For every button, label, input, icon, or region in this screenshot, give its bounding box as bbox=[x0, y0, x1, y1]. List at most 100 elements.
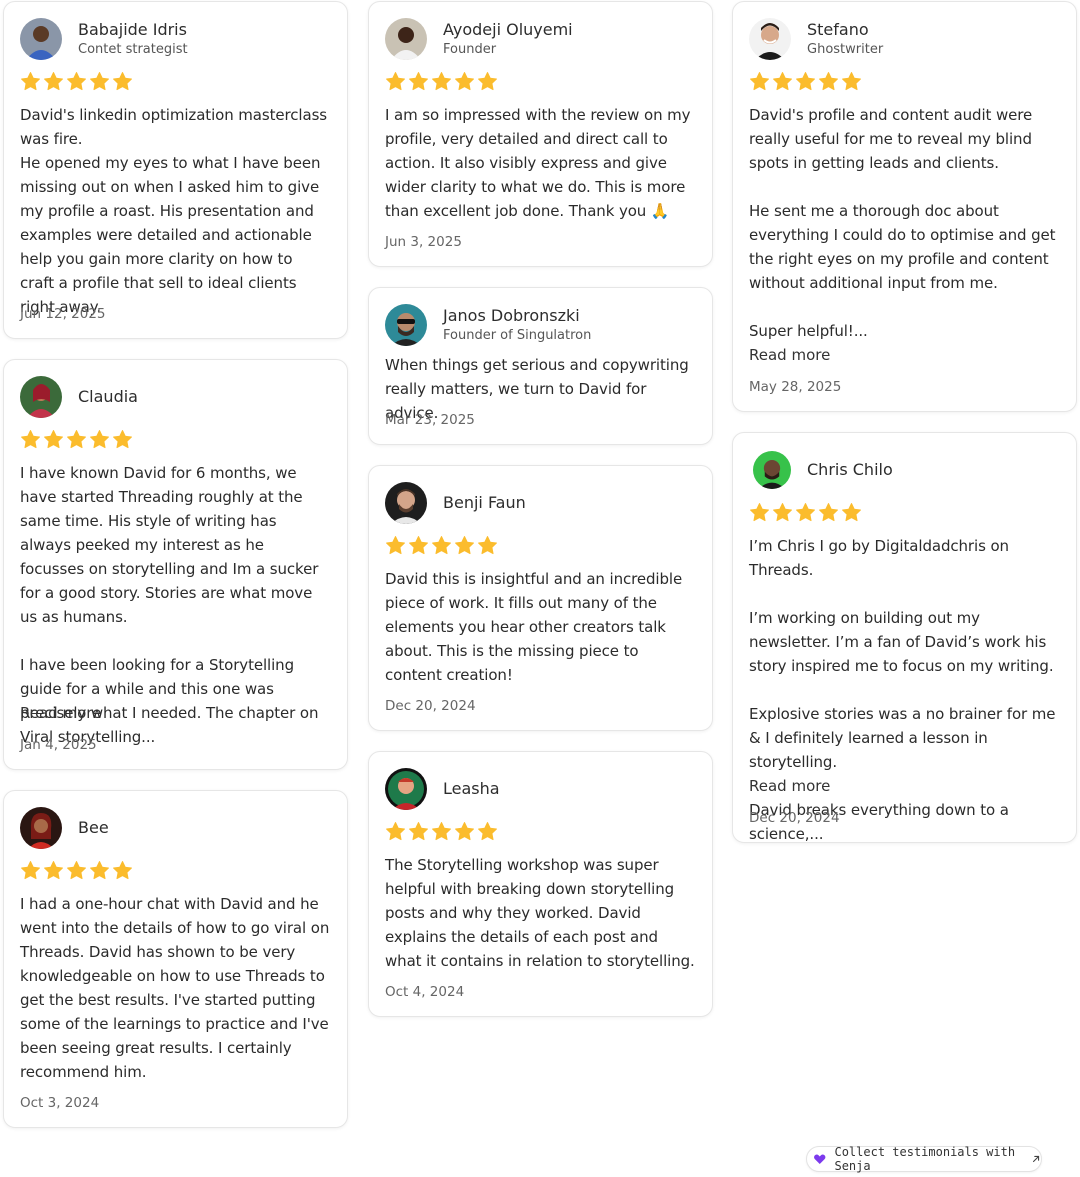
review-date: May 28, 2025 bbox=[749, 379, 842, 395]
star-icon bbox=[842, 503, 861, 522]
avatar bbox=[385, 18, 427, 60]
star-icon bbox=[409, 72, 428, 91]
star-icon bbox=[773, 72, 792, 91]
reviewer-header: Janos Dobronszki Founder of Singulatron bbox=[385, 304, 696, 346]
testimonial-text: David's linkedin optimization masterclas… bbox=[20, 106, 327, 316]
reviewer-header: Claudia bbox=[20, 376, 331, 418]
testimonial-card: Chris Chilo I’m Chris I go by Digitaldad… bbox=[732, 432, 1077, 843]
star-icon bbox=[455, 536, 474, 555]
avatar bbox=[20, 18, 62, 60]
testimonial-text: I am so impressed with the review on my … bbox=[385, 106, 691, 220]
reviewer-name: Claudia bbox=[78, 387, 138, 406]
star-rating bbox=[20, 71, 133, 93]
reviewer-name: Chris Chilo bbox=[807, 460, 893, 479]
star-icon bbox=[455, 822, 474, 841]
badge-label: Collect testimonials with Senja bbox=[834, 1145, 1016, 1173]
reviewer-title: Founder bbox=[443, 42, 497, 57]
star-icon bbox=[90, 861, 109, 880]
avatar bbox=[753, 451, 791, 489]
star-icon bbox=[750, 72, 769, 91]
reviewer-title: Founder of Singulatron bbox=[443, 328, 592, 343]
star-icon bbox=[113, 430, 132, 449]
star-icon bbox=[842, 72, 861, 91]
star-icon bbox=[819, 72, 838, 91]
testimonial-text: I’m Chris I go by Digitaldadchris on Thr… bbox=[749, 537, 1056, 843]
testimonial-text: David this is insightful and an incredib… bbox=[385, 570, 683, 684]
read-more-link[interactable]: Read more bbox=[749, 774, 830, 798]
star-icon bbox=[409, 536, 428, 555]
testimonial-card: Benji Faun David this is insightful and … bbox=[368, 465, 713, 731]
star-rating bbox=[749, 502, 862, 524]
reviewer-header: Chris Chilo bbox=[753, 449, 1064, 491]
star-icon bbox=[455, 72, 474, 91]
star-icon bbox=[44, 861, 63, 880]
star-icon bbox=[67, 430, 86, 449]
star-rating bbox=[20, 860, 133, 882]
reviewer-header: Babajide Idris Contet strategist bbox=[20, 18, 331, 60]
review-date: Oct 4, 2024 bbox=[385, 984, 465, 1000]
reviewer-header: Stefano Ghostwriter bbox=[749, 18, 1060, 60]
star-rating bbox=[385, 71, 498, 93]
testimonial-card: Babajide Idris Contet strategist David's… bbox=[3, 1, 348, 339]
avatar bbox=[385, 768, 427, 810]
reviewer-name: Babajide Idris bbox=[78, 20, 187, 39]
review-date: Jun 3, 2025 bbox=[385, 234, 462, 250]
star-icon bbox=[113, 72, 132, 91]
star-rating bbox=[385, 535, 498, 557]
star-icon bbox=[113, 861, 132, 880]
reviewer-name: Benji Faun bbox=[443, 493, 526, 512]
star-icon bbox=[44, 72, 63, 91]
star-icon bbox=[819, 503, 838, 522]
senja-badge-link[interactable]: Collect testimonials with Senja bbox=[806, 1145, 1042, 1173]
reviewer-name: Ayodeji Oluyemi bbox=[443, 20, 573, 39]
star-icon bbox=[432, 822, 451, 841]
star-rating bbox=[385, 821, 498, 843]
avatar bbox=[749, 18, 791, 60]
star-icon bbox=[386, 536, 405, 555]
reviewer-title: Contet strategist bbox=[78, 42, 188, 57]
star-icon bbox=[409, 822, 428, 841]
star-icon bbox=[750, 503, 769, 522]
avatar bbox=[385, 304, 427, 346]
review-date: Jan 4, 2025 bbox=[20, 737, 97, 753]
star-icon bbox=[21, 430, 40, 449]
testimonial-card: Leasha The Storytelling workshop was sup… bbox=[368, 751, 713, 1017]
avatar bbox=[20, 807, 62, 849]
reviewer-header: Benji Faun bbox=[385, 482, 696, 524]
testimonial-card: Janos Dobronszki Founder of Singulatron … bbox=[368, 287, 713, 445]
star-icon bbox=[386, 72, 405, 91]
testimonial-card: Ayodeji Oluyemi Founder I am so impresse… bbox=[368, 1, 713, 267]
star-icon bbox=[21, 861, 40, 880]
testimonial-text: The Storytelling workshop was super help… bbox=[385, 856, 695, 970]
read-more-link[interactable]: Read more bbox=[749, 343, 830, 367]
read-more-link[interactable]: Read more bbox=[20, 701, 101, 725]
reviewer-title: Ghostwriter bbox=[807, 42, 884, 57]
reviewer-header: Ayodeji Oluyemi Founder bbox=[385, 18, 696, 60]
reviewer-name: Janos Dobronszki bbox=[443, 306, 580, 325]
reviewer-name: Leasha bbox=[443, 779, 500, 798]
star-icon bbox=[90, 430, 109, 449]
star-icon bbox=[478, 536, 497, 555]
testimonial-card: Claudia I have known David for 6 months,… bbox=[3, 359, 348, 770]
star-icon bbox=[67, 861, 86, 880]
star-icon bbox=[90, 72, 109, 91]
reviewer-header: Bee bbox=[20, 807, 331, 849]
external-link-icon bbox=[1032, 1155, 1040, 1163]
testimonial-text: I had a one-hour chat with David and he … bbox=[20, 895, 330, 1081]
star-icon bbox=[478, 72, 497, 91]
star-icon bbox=[796, 503, 815, 522]
reviewer-name: Bee bbox=[78, 818, 109, 837]
star-icon bbox=[796, 72, 815, 91]
heart-icon bbox=[814, 1154, 826, 1165]
testimonial-text: David's profile and content audit were r… bbox=[749, 106, 1056, 340]
star-rating bbox=[20, 429, 133, 451]
star-icon bbox=[44, 430, 63, 449]
review-date: Dec 20, 2024 bbox=[749, 810, 840, 826]
review-date: Jun 12, 2025 bbox=[20, 306, 106, 322]
avatar bbox=[385, 482, 427, 524]
star-icon bbox=[432, 536, 451, 555]
avatar bbox=[20, 376, 62, 418]
review-date: Mar 23, 2025 bbox=[385, 412, 475, 428]
reviewer-name: Stefano bbox=[807, 20, 869, 39]
star-icon bbox=[386, 822, 405, 841]
